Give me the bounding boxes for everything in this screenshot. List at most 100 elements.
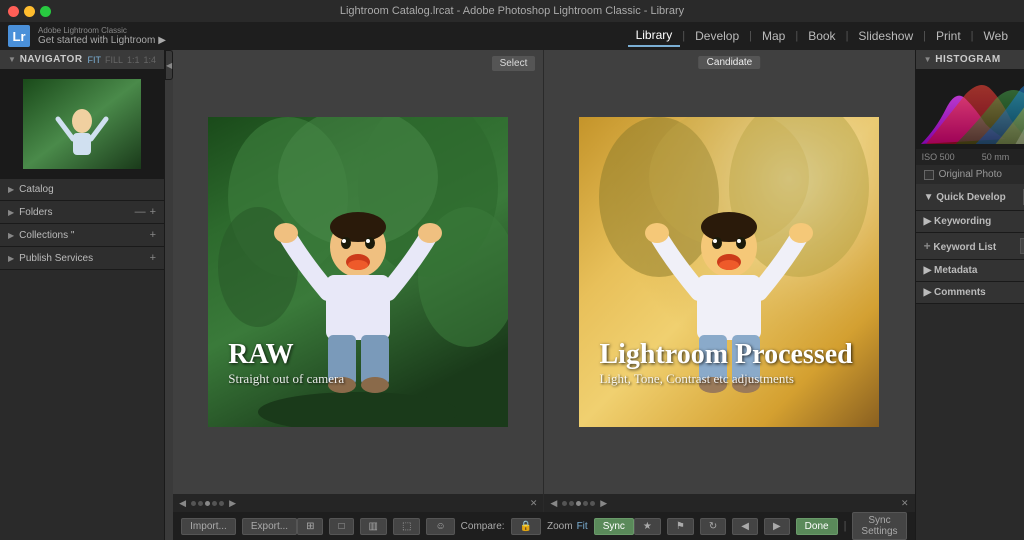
raw-sub-text: Straight out of camera <box>228 371 344 387</box>
minimize-button[interactable] <box>24 6 35 17</box>
folders-minus[interactable]: — <box>135 206 146 218</box>
right-panel: ▼ Histogram ▼ <box>915 50 1024 540</box>
left-panel-sections: ▶ Catalog ▶ Folders — + <box>0 179 164 540</box>
nav-map[interactable]: Map <box>754 26 793 46</box>
left-next-btn[interactable]: ▶ <box>227 498 238 509</box>
raw-overlay-text: RAW Straight out of camera <box>228 339 344 387</box>
done-button[interactable]: Done <box>796 518 838 535</box>
original-photo-checkbox[interactable] <box>924 170 934 180</box>
sync-settings-button[interactable]: Sync Settings <box>852 512 906 540</box>
left-prev-btn[interactable]: ◀ <box>177 498 188 509</box>
sync-left-btn[interactable]: Sync <box>594 518 634 535</box>
compare-area: Select <box>173 50 914 512</box>
right-next-btn[interactable]: ▶ <box>598 498 609 509</box>
histogram-header[interactable]: ▼ Histogram ▼ <box>916 50 1024 69</box>
rating-btn[interactable]: ★ <box>634 518 661 535</box>
publish-services-section: ▶ Publish Services + <box>0 247 164 270</box>
right-photo-pane: Candidate <box>544 50 914 512</box>
navigator-title: ▼ Navigator <box>8 54 83 65</box>
catalog-section: ▶ Catalog <box>0 179 164 201</box>
quick-develop-header[interactable]: ▼ Quick Develop Defaults ▸ <box>916 184 1024 210</box>
histogram-title: ▼ Histogram <box>924 54 1001 65</box>
dot1 <box>191 501 196 506</box>
people-view-btn[interactable]: ☺ <box>426 518 454 535</box>
quick-develop-title: ▼ Quick Develop <box>924 192 1006 203</box>
navigator-header[interactable]: ▼ Navigator FIT FILL 1:1 1:4 <box>0 50 164 69</box>
nav-web[interactable]: Web <box>976 26 1016 46</box>
nav-slideshow[interactable]: Slideshow <box>850 26 921 46</box>
nav-library[interactable]: Library <box>628 25 681 47</box>
publish-services-header[interactable]: ▶ Publish Services + <box>0 247 164 269</box>
keywording-section: ▶ Keywording <box>916 211 1024 233</box>
nav-book[interactable]: Book <box>800 26 843 46</box>
zoom-fit-value: Fit <box>577 521 588 532</box>
comments-arrow: ▶ <box>924 287 932 298</box>
left-panel-toggle[interactable]: ◀ <box>165 50 173 80</box>
folders-plus[interactable]: + <box>150 206 156 218</box>
nav-develop[interactable]: Develop <box>687 26 747 46</box>
maximize-button[interactable] <box>40 6 51 17</box>
compare-view-btn[interactable]: ▥ <box>360 518 387 535</box>
dot2 <box>198 501 203 506</box>
dot4 <box>212 501 217 506</box>
main-content: ▼ Navigator FIT FILL 1:1 1:4 <box>0 50 1024 540</box>
collections-header[interactable]: ▶ Collections " + <box>0 224 164 246</box>
folders-header[interactable]: ▶ Folders — + <box>0 201 164 223</box>
loupe-view-btn[interactable]: □ <box>329 518 353 535</box>
quick-develop-section: ▼ Quick Develop Defaults ▸ <box>916 184 1024 211</box>
publish-plus[interactable]: + <box>150 252 156 264</box>
keyword-list-section: + Keyword List Default ▸ <box>916 233 1024 260</box>
bottom-center-controls: ⊞ □ ▥ ⬚ ☺ Compare: 🔒 Zoom Fit Sync <box>297 518 634 535</box>
title-bar: Lightroom Catalog.lrcat - Adobe Photosho… <box>0 0 1024 22</box>
dot3 <box>205 501 210 506</box>
histogram-info: ISO 500 50 mm f / 2.0 V sec <box>916 149 1024 165</box>
app-name: Adobe Lightroom Classic <box>38 26 166 35</box>
navigator-thumbnail <box>23 79 141 169</box>
select-button[interactable]: Select <box>492 56 536 71</box>
nav-arrow-icon: ▶ <box>158 35 166 46</box>
collections-arrow: ▶ <box>8 231 14 240</box>
right-prev-btn[interactable]: ◀ <box>548 498 559 509</box>
folders-actions: — + <box>135 206 156 218</box>
lock-btn[interactable]: 🔒 <box>511 518 541 535</box>
nav-prev-btn[interactable]: ◀ <box>732 518 758 535</box>
bottom-left-controls: Import... Export... <box>181 518 297 535</box>
preview-svg <box>23 79 141 169</box>
topbar-left: Lr Adobe Lightroom Classic Get started w… <box>8 25 166 47</box>
comments-header[interactable]: ▶ Comments ▸ <box>916 282 1024 303</box>
folders-arrow: ▶ <box>8 208 14 217</box>
keyword-list-header[interactable]: + Keyword List Default ▸ <box>916 233 1024 259</box>
keyword-list-title: + Keyword List <box>924 239 997 253</box>
left-toggle-icon: ◀ <box>166 61 172 70</box>
processed-photo: Lightroom Processed Light, Tone, Contras… <box>579 117 879 427</box>
collections-plus[interactable]: + <box>150 229 156 241</box>
keywording-header[interactable]: ▶ Keywording <box>916 211 1024 232</box>
close-button[interactable] <box>8 6 19 17</box>
right-pane-close-btn[interactable]: ✕ <box>899 498 911 509</box>
import-button[interactable]: Import... <box>181 518 236 535</box>
keyword-list-select[interactable]: Default <box>1020 238 1024 254</box>
right-pane-filmstrip: ◀ ▶ ✕ <box>544 494 914 512</box>
catalog-header[interactable]: ▶ Catalog <box>0 179 164 200</box>
grid-view-btn[interactable]: ⊞ <box>297 518 323 535</box>
processed-main-text: Lightroom Processed <box>599 339 852 371</box>
survey-view-btn[interactable]: ⬚ <box>393 518 420 535</box>
nav-fit[interactable]: FIT <box>87 55 101 65</box>
export-button[interactable]: Export... <box>242 518 297 535</box>
nav-print[interactable]: Print <box>928 26 969 46</box>
left-photo-pane: Select <box>173 50 544 512</box>
keywording-arrow: ▶ <box>924 216 932 227</box>
flag-btn[interactable]: ⚑ <box>667 518 694 535</box>
compare-label: Compare: <box>461 521 505 532</box>
nav-next-btn[interactable]: ▶ <box>764 518 790 535</box>
metadata-header[interactable]: ▶ Metadata ▸ <box>916 260 1024 281</box>
keyword-list-plus[interactable]: + <box>924 239 931 253</box>
left-pane-filmstrip: ◀ ▶ ✕ <box>173 494 543 512</box>
get-started-link[interactable]: Get started with Lightroom ▶ <box>38 35 166 46</box>
app-container: Lr Adobe Lightroom Classic Get started w… <box>0 22 1024 540</box>
metadata-section: ▶ Metadata ▸ <box>916 260 1024 282</box>
left-pane-close-btn[interactable]: ✕ <box>528 498 540 509</box>
keywording-title: ▶ Keywording <box>924 216 992 227</box>
rotate-btn[interactable]: ↻ <box>700 518 726 535</box>
catalog-arrow: ▶ <box>8 185 14 194</box>
